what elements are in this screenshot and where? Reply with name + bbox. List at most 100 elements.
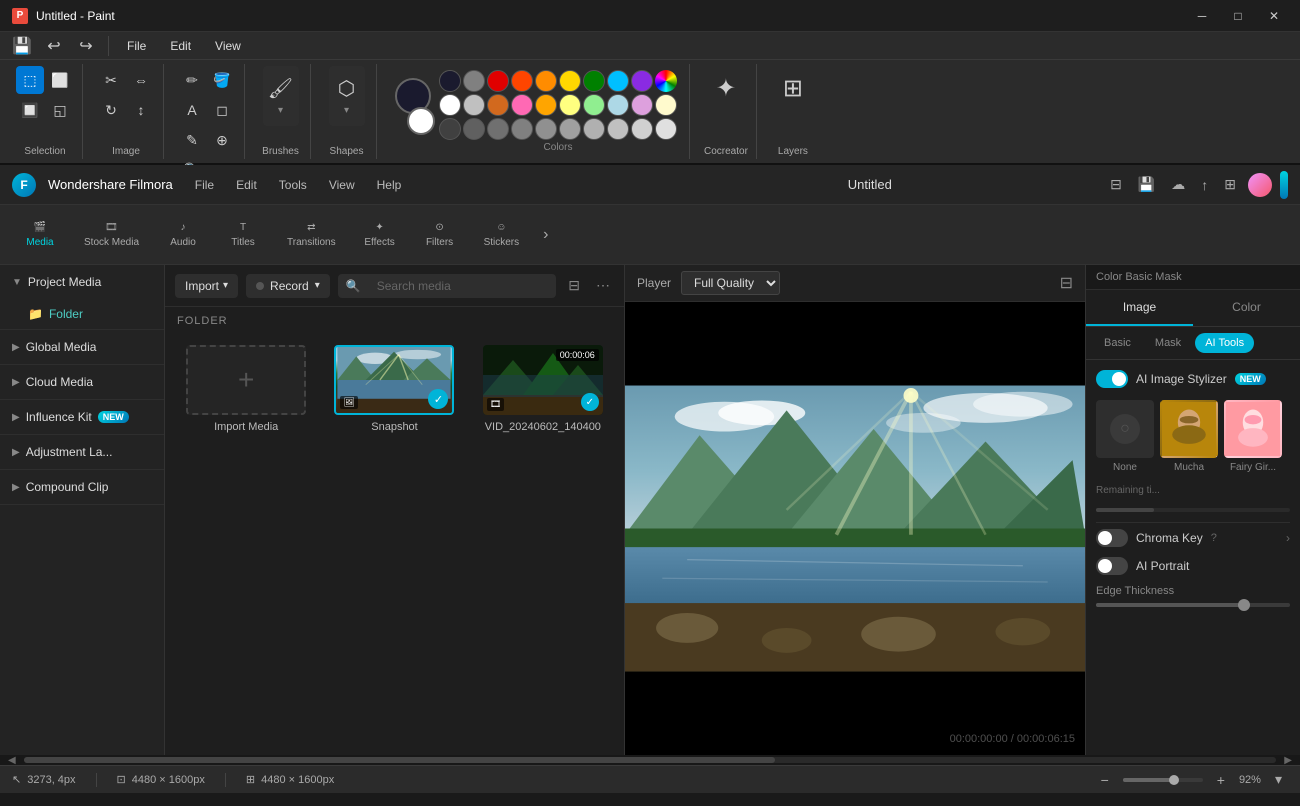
cloud-media-header[interactable]: ▶ Cloud Media bbox=[0, 365, 164, 399]
zoom-dropdown-button[interactable]: ▾ bbox=[1269, 769, 1288, 790]
minimize-button[interactable]: ─ bbox=[1188, 6, 1216, 26]
palette-color-12[interactable] bbox=[463, 94, 485, 116]
palette-color-26[interactable] bbox=[559, 118, 581, 140]
ai-tools-sub-tab[interactable]: AI Tools bbox=[1195, 333, 1254, 353]
selection-tool-2[interactable]: ⬜ bbox=[46, 66, 74, 94]
filmora-help-menu[interactable]: Help bbox=[367, 174, 412, 196]
filmora-cloud-icon[interactable]: ☁ bbox=[1167, 172, 1189, 197]
palette-color-9[interactable] bbox=[631, 70, 653, 92]
palette-color-6[interactable] bbox=[559, 70, 581, 92]
fill-tool[interactable]: 🪣 bbox=[208, 66, 236, 94]
video-item[interactable]: 00:00:06 🎞 ✓ VID_20240602_140400 bbox=[474, 345, 612, 433]
more-options-button[interactable]: ⋯ bbox=[592, 273, 614, 298]
palette-color-add[interactable] bbox=[655, 70, 677, 92]
filmora-edit-menu[interactable]: Edit bbox=[226, 174, 267, 196]
brush-dropdown-icon[interactable]: ▾ bbox=[278, 105, 283, 116]
color-picker-tool[interactable]: ⊕ bbox=[208, 126, 236, 154]
edit-menu[interactable]: Edit bbox=[160, 35, 201, 57]
palette-color-1[interactable] bbox=[439, 70, 461, 92]
palette-color-27[interactable] bbox=[583, 118, 605, 140]
search-input[interactable] bbox=[367, 274, 549, 298]
file-menu[interactable]: File bbox=[117, 35, 156, 57]
palette-color-14[interactable] bbox=[511, 94, 533, 116]
filmora-avatar[interactable] bbox=[1248, 173, 1272, 197]
record-button[interactable]: Record ▾ bbox=[246, 274, 330, 298]
palette-color-11[interactable] bbox=[439, 94, 461, 116]
palette-color-20[interactable] bbox=[655, 94, 677, 116]
pencil-tool[interactable]: ✏ bbox=[178, 66, 206, 94]
zoom-in-button[interactable]: + bbox=[1211, 770, 1231, 790]
stickers-tool-btn[interactable]: ☺ Stickers bbox=[472, 216, 532, 254]
compound-clip-header[interactable]: ▶ Compound Clip bbox=[0, 470, 164, 504]
crop-tool[interactable]: ✂ bbox=[97, 66, 125, 94]
filmora-tools-menu[interactable]: Tools bbox=[269, 174, 317, 196]
chroma-key-help-icon[interactable]: ? bbox=[1211, 532, 1217, 544]
palette-color-17[interactable] bbox=[583, 94, 605, 116]
zoom-slider[interactable] bbox=[1123, 778, 1203, 782]
filmora-save-cloud-icon[interactable]: 💾 bbox=[1134, 172, 1159, 197]
ai-portrait-toggle[interactable] bbox=[1096, 557, 1128, 575]
selection-tool-4[interactable]: ◱ bbox=[46, 96, 74, 124]
palette-color-22[interactable] bbox=[463, 118, 485, 140]
save-button[interactable]: 💾 bbox=[8, 32, 36, 60]
palette-color-25[interactable] bbox=[535, 118, 557, 140]
view-menu[interactable]: View bbox=[205, 35, 251, 57]
ai-image-stylizer-toggle[interactable] bbox=[1096, 370, 1128, 388]
palette-color-30[interactable] bbox=[655, 118, 677, 140]
palette-color-21[interactable] bbox=[439, 118, 461, 140]
filmora-file-menu[interactable]: File bbox=[185, 174, 224, 196]
palette-color-19[interactable] bbox=[631, 94, 653, 116]
none-style-thumb[interactable]: ○ None bbox=[1096, 400, 1154, 473]
palette-color-2[interactable] bbox=[463, 70, 485, 92]
color-tab[interactable]: Color bbox=[1193, 290, 1300, 326]
fairy-style-thumb[interactable]: Fairy Gir... bbox=[1224, 400, 1282, 473]
redo-button[interactable]: ↪ bbox=[72, 32, 100, 60]
audio-tool-btn[interactable]: ♪ Audio bbox=[155, 216, 211, 254]
palette-color-7[interactable] bbox=[583, 70, 605, 92]
adjustment-layer-header[interactable]: ▶ Adjustment La... bbox=[0, 435, 164, 469]
filters-tool-btn[interactable]: ⊙ Filters bbox=[412, 216, 468, 254]
mucha-style-thumb[interactable]: Mucha bbox=[1160, 400, 1218, 473]
palette-color-8[interactable] bbox=[607, 70, 629, 92]
maximize-button[interactable]: □ bbox=[1224, 6, 1252, 26]
edge-thickness-slider[interactable] bbox=[1096, 603, 1290, 607]
chroma-key-expand-icon[interactable]: › bbox=[1286, 531, 1290, 545]
palette-color-5[interactable] bbox=[535, 70, 557, 92]
influence-kit-header[interactable]: ▶ Influence Kit NEW bbox=[0, 400, 164, 434]
stock-media-tool-btn[interactable]: 🎞 Stock Media bbox=[72, 216, 151, 254]
selection-tool-3[interactable]: 🔲 bbox=[16, 96, 44, 124]
palette-color-24[interactable] bbox=[511, 118, 533, 140]
filmora-share-icon[interactable]: ↑ bbox=[1197, 173, 1212, 197]
resize-tool[interactable]: ⇔ bbox=[127, 66, 155, 94]
chroma-key-toggle[interactable] bbox=[1096, 529, 1128, 547]
more-tools-btn[interactable]: › bbox=[535, 222, 556, 248]
palette-color-18[interactable] bbox=[607, 94, 629, 116]
filter-button[interactable]: ⊟ bbox=[564, 273, 584, 298]
global-media-header[interactable]: ▶ Global Media bbox=[0, 330, 164, 364]
eraser-tool[interactable]: ◻ bbox=[208, 96, 236, 124]
selection-tool[interactable]: ⬚ bbox=[16, 66, 44, 94]
zoom-out-button[interactable]: − bbox=[1095, 770, 1115, 790]
transitions-tool-btn[interactable]: ⇄ Transitions bbox=[275, 216, 348, 254]
palette-color-28[interactable] bbox=[607, 118, 629, 140]
quality-select[interactable]: Full Quality 1/2 Quality 1/4 Quality bbox=[681, 271, 780, 295]
screenshot-button[interactable]: ⊟ bbox=[1060, 273, 1073, 293]
highlight-tool[interactable]: ✎ bbox=[178, 126, 206, 154]
titles-tool-btn[interactable]: T Titles bbox=[215, 216, 271, 254]
palette-color-23[interactable] bbox=[487, 118, 509, 140]
palette-color-13[interactable] bbox=[487, 94, 509, 116]
flip-tool[interactable]: ↕ bbox=[127, 96, 155, 124]
image-tab[interactable]: Image bbox=[1086, 290, 1193, 326]
snapshot-item[interactable]: ✓ 🖼 Snapshot bbox=[325, 345, 463, 433]
filmora-monitor-icon[interactable]: ⊟ bbox=[1106, 172, 1126, 197]
folder-item[interactable]: 📁 Folder bbox=[0, 299, 164, 329]
undo-button[interactable]: ↩ bbox=[40, 32, 68, 60]
shapes-dropdown-icon[interactable]: ▾ bbox=[344, 105, 349, 116]
timeline-scrollbar[interactable] bbox=[24, 757, 1277, 763]
import-media-item[interactable]: + Import Media bbox=[177, 345, 315, 433]
close-button[interactable]: ✕ bbox=[1260, 6, 1288, 26]
import-button[interactable]: Import ▾ bbox=[175, 274, 238, 298]
palette-color-16[interactable] bbox=[559, 94, 581, 116]
palette-color-29[interactable] bbox=[631, 118, 653, 140]
filmora-view-menu[interactable]: View bbox=[319, 174, 365, 196]
